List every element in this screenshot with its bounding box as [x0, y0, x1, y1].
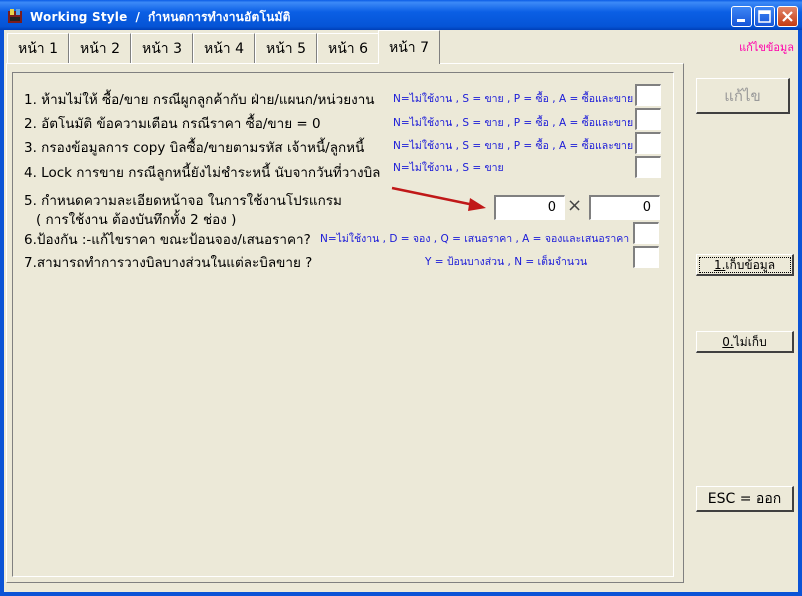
window-frame-bottom: [0, 592, 802, 596]
tab-page-5[interactable]: หน้า 5: [255, 33, 317, 63]
close-button[interactable]: [777, 6, 798, 27]
tab-page-7[interactable]: หน้า 7: [378, 30, 440, 64]
save-button[interactable]: 1.เก็บข้อมูล: [696, 254, 794, 276]
question-7-input[interactable]: [633, 246, 659, 268]
question-1-input[interactable]: [635, 84, 661, 106]
edit-button[interactable]: แก้ไข: [696, 78, 790, 114]
window-frame-right: [798, 30, 802, 596]
question-3-input[interactable]: [635, 132, 661, 154]
screen-height-input[interactable]: 0: [589, 195, 660, 220]
close-icon: [782, 11, 793, 22]
maximize-button[interactable]: [754, 6, 775, 27]
question-3-label: 3. กรองข้อมูลการ copy บิลซื้อ/ขายตามรหัส…: [24, 140, 365, 156]
question-7-label: 7.สามารถทำการวางบิลบางส่วนในแต่ละบิลขาย …: [24, 255, 313, 271]
times-symbol: ×: [567, 195, 583, 216]
question-2-input[interactable]: [635, 108, 661, 130]
question-5-note: ( การใช้งาน ต้องบันทึกทั้ง 2 ช่อง ): [36, 212, 237, 228]
discard-button[interactable]: 0.ไม่เก็บ: [696, 331, 794, 353]
question-6-label: 6.ป้องกัน :-แก้ไขราคา ขณะป้อนจอง/เสนอราค…: [24, 232, 311, 248]
question-1-hint: N=ไม่ใช้งาน , S = ขาย , P = ซื้อ , A = ซ…: [393, 93, 634, 105]
screen-width-input[interactable]: 0: [494, 195, 565, 220]
question-2-hint: N=ไม่ใช้งาน , S = ขาย , P = ซื้อ , A = ซ…: [393, 117, 634, 129]
tab-page-3[interactable]: หน้า 3: [131, 33, 193, 63]
tab-page-4[interactable]: หน้า 4: [193, 33, 255, 63]
tab-page-1[interactable]: หน้า 1: [7, 33, 69, 63]
question-2-label: 2. อัตโนมัติ ข้อความเตือน กรณีราคา ซื้อ/…: [24, 116, 321, 132]
question-7-hint: Y = ป้อนบางส่วน , N = เต็มจำนวน: [425, 256, 588, 268]
minimize-button[interactable]: [731, 6, 752, 27]
app-icon: [8, 9, 22, 23]
edit-mode-label: แก้ไขข้อมูล: [739, 41, 794, 54]
maximize-icon: [758, 10, 771, 23]
tab-page-6[interactable]: หน้า 6: [317, 33, 379, 63]
tab-page-2[interactable]: หน้า 2: [69, 33, 131, 63]
question-4-label: 4. Lock การขาย กรณีลูกหนี้ยังไม่ชำระหนี้…: [24, 165, 381, 181]
question-6-hint: N=ไม่ใช้งาน , D = จอง , Q = เสนอราคา , A…: [320, 233, 630, 245]
question-4-hint: N=ไม่ใช้งาน , S = ขาย: [393, 162, 504, 174]
question-6-input[interactable]: [633, 222, 659, 244]
red-arrow-icon: [391, 186, 486, 211]
question-3-hint: N=ไม่ใช้งาน , S = ขาย , P = ซื้อ , A = ซ…: [393, 140, 634, 152]
question-4-input[interactable]: [635, 156, 661, 178]
title-bar[interactable]: Working Style / กำหนดการทำงานอัตโนมัติ: [0, 0, 802, 30]
window-frame-left: [0, 30, 4, 596]
esc-exit-button[interactable]: ESC = ออก: [696, 486, 794, 512]
window-title: Working Style / กำหนดการทำงานอัตโนมัติ: [30, 10, 291, 24]
question-1-label: 1. ห้ามไม่ให้ ซื้อ/ขาย กรณีผูกลูกค้ากับ …: [24, 92, 375, 108]
minimize-icon: [737, 19, 745, 22]
